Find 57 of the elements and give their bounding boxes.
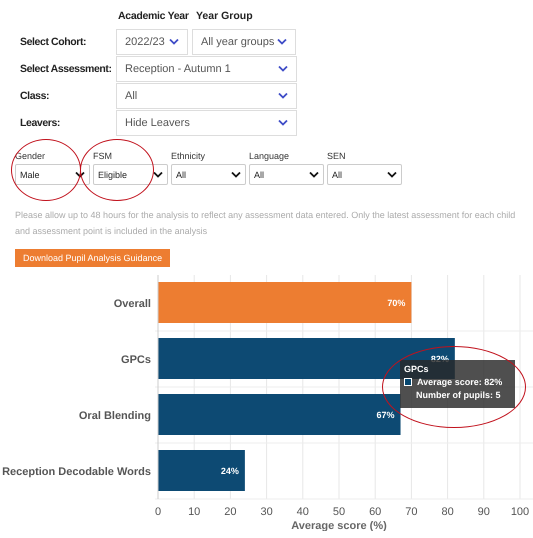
axis-title: Average score (%) <box>291 520 387 531</box>
tooltip-text: Number of pupils: 5 <box>416 390 501 400</box>
dropdown[interactable]: Reception - Autumn 1 <box>116 56 297 82</box>
bar-value-label: 24% <box>220 466 239 476</box>
field-label: Select Assessment: <box>20 62 113 74</box>
field-label: Class: <box>20 90 50 102</box>
filter-label: Gender <box>15 151 46 163</box>
dropdown[interactable]: Hide Leavers <box>116 110 297 136</box>
category-label: Oral Blending <box>78 410 151 422</box>
dropdown[interactable]: 2022/23 <box>116 28 188 54</box>
filter-dropdown[interactable]: All <box>327 164 402 185</box>
filter-label: SEN <box>327 151 347 163</box>
chevron-down-icon <box>278 65 288 72</box>
category-label: Overall <box>114 298 151 310</box>
chevron-down-icon <box>278 119 288 126</box>
axis-tick-label: 20 <box>224 506 237 518</box>
axis-tick-label: 100 <box>510 506 530 518</box>
bar[interactable] <box>158 450 245 491</box>
dropdown[interactable]: All year groups <box>192 28 296 54</box>
chevron-down-icon <box>309 171 319 178</box>
filter-label: FSM <box>93 151 113 163</box>
chevron-down-icon <box>277 38 287 45</box>
filter-dropdown[interactable]: All <box>171 164 246 185</box>
chevron-down-icon <box>387 171 397 178</box>
chevron-down-icon <box>153 171 163 178</box>
bar-value-label: 82% <box>430 354 449 364</box>
field-label: Leavers: <box>20 116 61 128</box>
axis-tick-label: 70 <box>405 506 418 518</box>
axis-tick-label: 80 <box>441 506 454 518</box>
category-label: Reception Decodable Words <box>2 466 151 478</box>
tooltip-title: GPCs <box>404 364 430 374</box>
chevron-down-icon <box>231 171 241 178</box>
chevron-down-icon <box>75 171 85 178</box>
filter-dropdown[interactable]: Male <box>15 164 90 185</box>
axis-tick-label: 10 <box>188 506 200 518</box>
filter-label: Ethnicity <box>171 151 206 163</box>
axis-tick-label: 40 <box>296 506 309 518</box>
field-label: Select Cohort: <box>20 36 88 48</box>
bar[interactable] <box>158 338 455 379</box>
bar-value-label: 70% <box>387 298 406 308</box>
axis-tick-label: 30 <box>260 506 273 518</box>
dropdown[interactable]: All <box>116 82 297 108</box>
filter-dropdown[interactable]: All <box>249 164 324 185</box>
column-heading: Academic Year <box>118 10 190 24</box>
chevron-down-icon <box>169 38 179 45</box>
axis-tick-label: 60 <box>369 506 382 518</box>
axis-tick-label: 90 <box>478 506 490 518</box>
bar-value-label: 67% <box>376 410 395 420</box>
filter-dropdown[interactable]: Eligible <box>93 164 168 185</box>
column-heading: Year Group <box>196 10 253 24</box>
tooltip-text: Average score: 82% <box>417 377 502 387</box>
notice-text: Please allow up to 48 hours for the analysis to reflect any assessment data entered. Only the latest assessment for each child and assessment point is included in the analysis <box>15 209 516 238</box>
axis-tick-label: 50 <box>332 506 346 518</box>
axis-tick-label: 0 <box>154 506 162 518</box>
filter-label: Language <box>249 151 290 163</box>
chevron-down-icon <box>278 92 288 99</box>
category-label: GPCs <box>121 354 151 366</box>
